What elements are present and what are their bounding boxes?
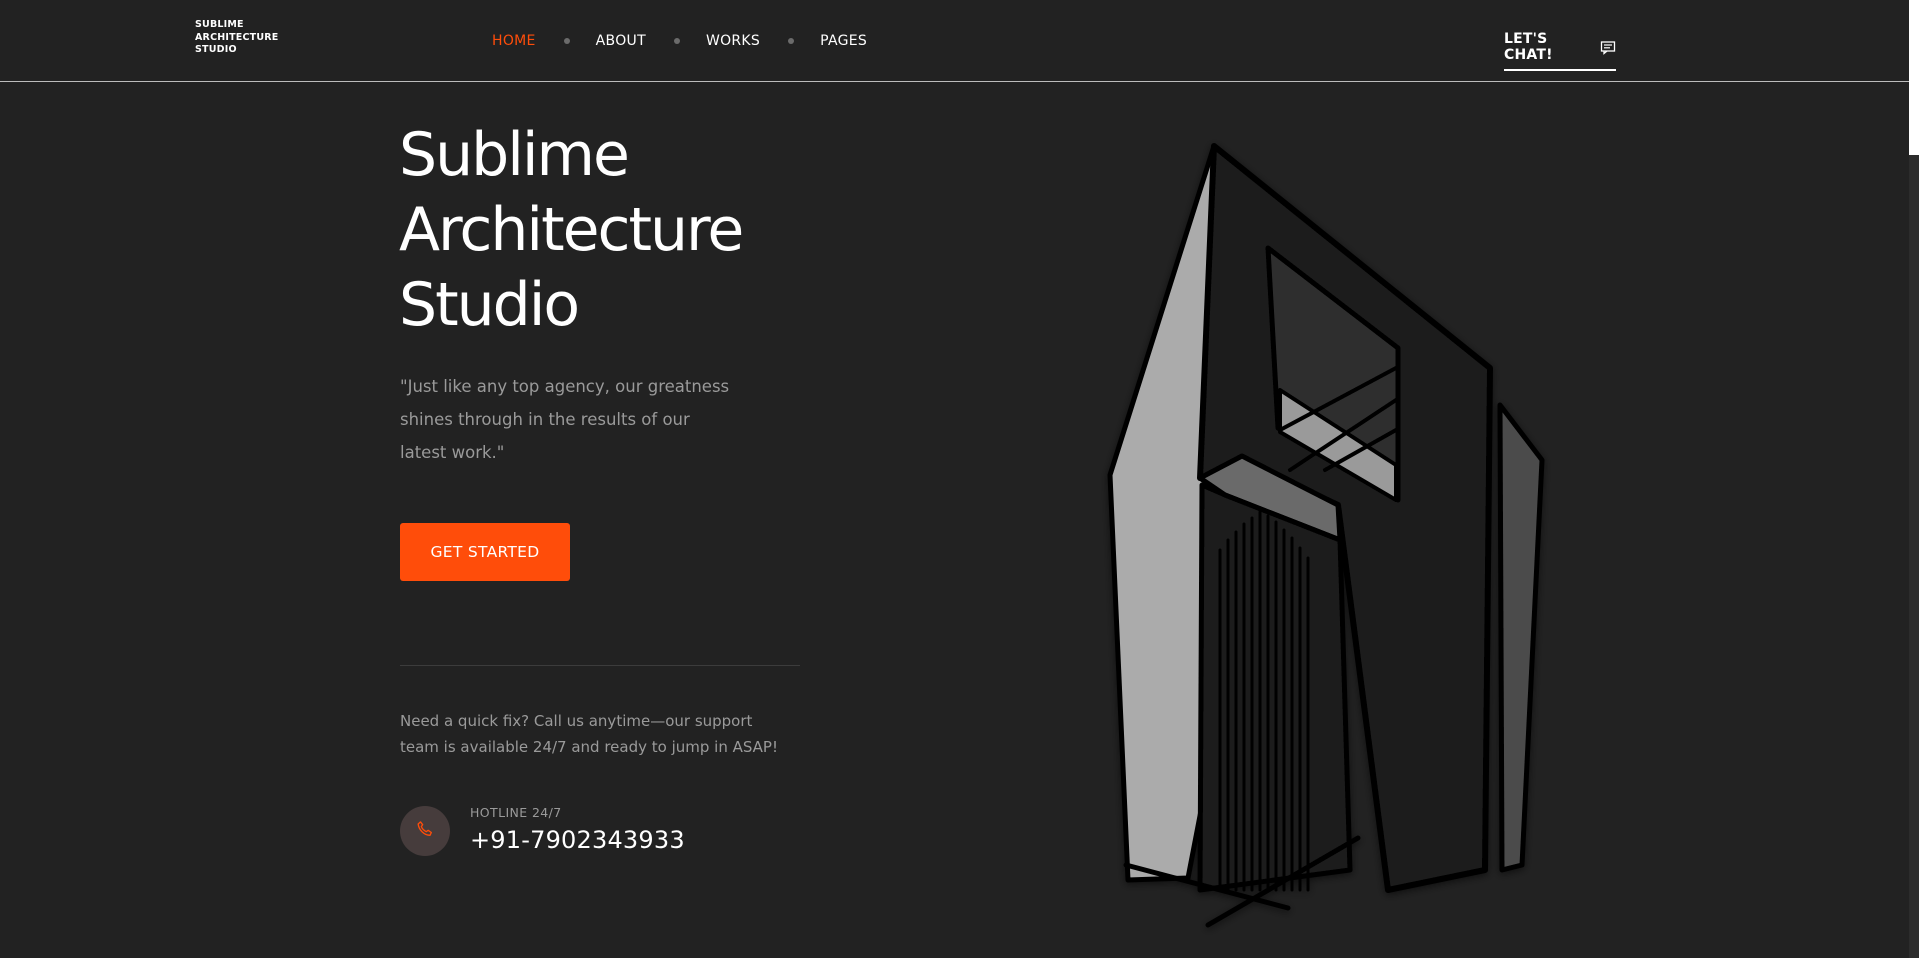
nav-about[interactable]: ABOUT: [596, 32, 646, 50]
hotline-label: HOTLINE 24/7: [470, 805, 562, 820]
phone-icon-button[interactable]: [400, 806, 450, 856]
lets-chat-label: LET'S CHAT!: [1504, 31, 1553, 63]
hero-title: Sublime Architecture Studio: [399, 118, 744, 343]
logo-line-2: ARCHITECTURE: [195, 31, 279, 43]
hero-title-line-1: Sublime: [399, 120, 630, 190]
main-nav: HOME ABOUT WORKS PAGES: [492, 32, 867, 50]
logo-line-1: SUBLIME: [195, 19, 244, 30]
nav-works[interactable]: WORKS: [706, 32, 760, 50]
hero-quote: "Just like any top agency, our greatness…: [400, 377, 730, 462]
site-logo[interactable]: SUBLIME ARCHITECTURE STUDIO: [195, 19, 278, 57]
hotline-phone-number[interactable]: +91-7902343933: [470, 826, 685, 854]
phone-icon: [415, 819, 435, 843]
chat-icon: [1600, 39, 1616, 55]
support-text: Need a quick fix? Call us anytime—our su…: [400, 712, 778, 756]
hero-title-line-3: Studio: [399, 270, 580, 340]
logo-line-3: STUDIO: [195, 44, 237, 55]
nav-pages[interactable]: PAGES: [820, 32, 867, 50]
nav-home[interactable]: HOME: [492, 32, 536, 50]
building-illustration: [1107, 143, 1545, 928]
nav-separator-dot: [673, 38, 680, 44]
site-header: SUBLIME ARCHITECTURE STUDIO HOME ABOUT W…: [0, 0, 1909, 82]
nav-separator-dot: [788, 38, 795, 44]
section-divider: [400, 665, 800, 666]
nav-separator-dot: [563, 38, 570, 44]
lets-chat-link[interactable]: LET'S CHAT!: [1504, 31, 1616, 71]
get-started-button[interactable]: GET STARTED: [400, 523, 570, 581]
hero-title-line-2: Architecture: [399, 195, 744, 265]
scrollbar-thumb[interactable]: [1909, 155, 1919, 958]
